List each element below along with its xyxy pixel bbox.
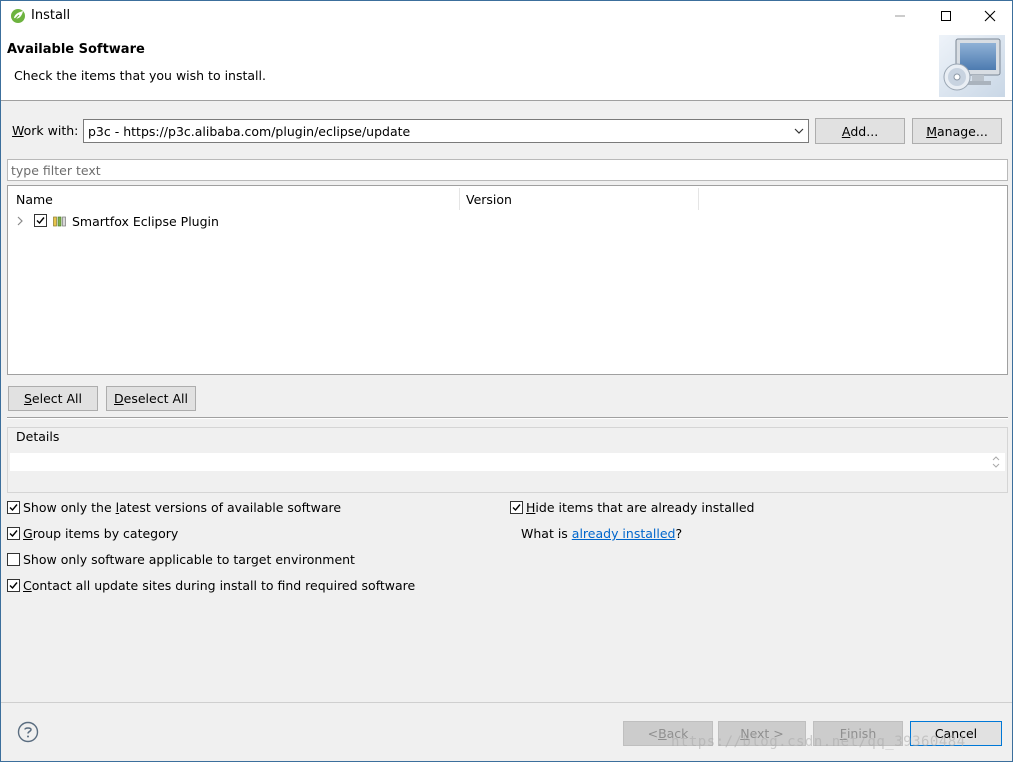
work-with-label: Work with:: [12, 123, 79, 138]
help-icon[interactable]: [17, 721, 39, 743]
footer-separator: [1, 702, 1012, 703]
tree-row[interactable]: Smartfox Eclipse Plugin: [8, 211, 1007, 231]
close-icon: [984, 10, 996, 22]
work-with-combo[interactable]: p3c - https://p3c.alibaba.com/plugin/ecl…: [83, 119, 809, 143]
add-site-button[interactable]: Add...: [815, 118, 905, 144]
column-header-name[interactable]: Name: [10, 186, 460, 211]
software-tree[interactable]: Name Version Smartfox Eclipse Plugin: [7, 185, 1008, 375]
deselect-all-button[interactable]: Deselect All: [106, 386, 196, 411]
manage-sites-button[interactable]: Manage...: [912, 118, 1002, 144]
applicable-software-label: Show only software applicable to target …: [23, 552, 355, 567]
group-by-category-label: Group items by category: [23, 526, 179, 541]
latest-versions-label: Show only the latest versions of availab…: [23, 500, 342, 515]
latest-versions-checkbox[interactable]: [7, 501, 20, 514]
spring-app-icon: [10, 8, 26, 24]
details-label: Details: [16, 429, 60, 444]
details-text[interactable]: [10, 453, 1005, 471]
window-title: Install: [31, 8, 71, 23]
minimize-button[interactable]: [877, 1, 923, 31]
separator-highlight: [7, 418, 1008, 419]
already-installed-text: What is already installed?: [521, 526, 683, 541]
scroll-arrows-icon[interactable]: [991, 454, 1001, 470]
dropdown-chevron-icon[interactable]: [793, 125, 805, 137]
item-label: Smartfox Eclipse Plugin: [72, 214, 219, 229]
item-checkbox[interactable]: [34, 214, 47, 227]
filter-input[interactable]: type filter text: [7, 159, 1008, 181]
watermark: https://blog.csdn.net/qq_39360484: [671, 734, 966, 750]
hide-installed-checkbox[interactable]: [510, 501, 523, 514]
tree-expand-icon[interactable]: [15, 215, 25, 227]
already-installed-link[interactable]: already installed: [572, 526, 676, 541]
title-bar: Install: [1, 1, 1012, 31]
wizard-banner: Available Software Check the items that …: [1, 31, 1012, 101]
maximize-icon: [941, 11, 951, 21]
contact-update-sites-label: Contact all update sites during install …: [23, 578, 416, 593]
column-separator: [698, 188, 699, 210]
page-description: Check the items that you wish to install…: [14, 68, 266, 83]
details-group: Details: [7, 427, 1008, 493]
work-with-value: p3c - https://p3c.alibaba.com/plugin/ecl…: [88, 124, 411, 139]
minimize-icon: [895, 15, 905, 17]
column-header-version[interactable]: Version: [460, 186, 698, 211]
group-by-category-checkbox[interactable]: [7, 527, 20, 540]
close-button[interactable]: [967, 1, 1013, 31]
select-all-button[interactable]: Select All: [8, 386, 98, 411]
install-dialog: Install Available Software Check the ite…: [0, 0, 1013, 762]
maximize-button[interactable]: [923, 1, 969, 31]
install-banner-icon: [939, 35, 1005, 97]
contact-update-sites-checkbox[interactable]: [7, 579, 20, 592]
hide-installed-label: Hide items that are already installed: [526, 500, 755, 515]
applicable-software-checkbox[interactable]: [7, 553, 20, 566]
page-title: Available Software: [7, 42, 145, 57]
feature-icon: [53, 215, 67, 227]
